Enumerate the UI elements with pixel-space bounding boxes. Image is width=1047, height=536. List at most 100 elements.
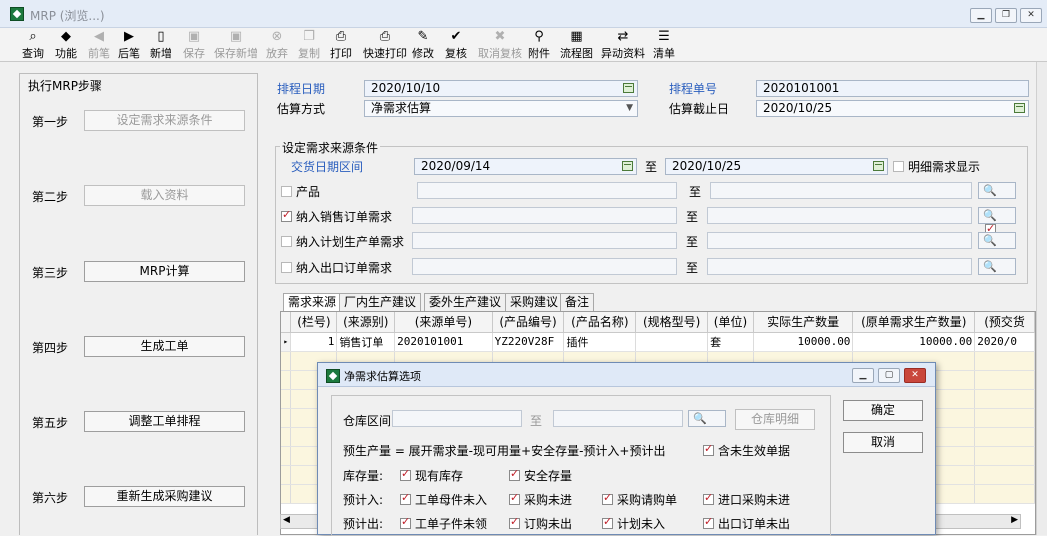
sales-order-to-field[interactable] (707, 207, 972, 224)
grid-cell[interactable]: 套 (707, 332, 754, 352)
estimate-end-field[interactable]: 2020/10/25 (756, 100, 1029, 117)
estimate-method-select[interactable]: 净需求估算 ▼ (364, 100, 638, 117)
toolbar-button-12[interactable]: ✔ 复核 (445, 28, 467, 62)
maximize-icon[interactable]: ▢ (878, 368, 900, 383)
delivery-to-field[interactable]: 2020/10/25 (665, 158, 888, 175)
grid-cell[interactable]: YZ220V28F (492, 332, 565, 352)
toolbar-button-0[interactable]: ⌕ 查询 (22, 28, 44, 62)
plan-order-from-field[interactable] (412, 232, 677, 249)
grid-cell[interactable]: 10000.00 (852, 332, 976, 352)
calendar-icon[interactable] (623, 83, 634, 93)
include-unapproved-checkbox[interactable]: 含未生效单据 (703, 442, 790, 459)
plan-order-to-field[interactable] (707, 232, 972, 249)
cancel-button[interactable]: 取消 (843, 432, 923, 453)
order-not-out-checkbox[interactable]: 订购未出 (509, 515, 572, 532)
warehouse-from-field[interactable] (392, 410, 522, 427)
grid-header-cell[interactable]: (单位) (707, 312, 754, 333)
toolbar-button-6[interactable]: ▣ 保存新增 (214, 28, 258, 62)
grid-header-cell[interactable]: (原单需求生产数量) (852, 312, 976, 333)
export-order-checkbox[interactable]: 纳入出口订单需求 (281, 259, 392, 276)
wo-parent-not-in-checkbox[interactable]: 工单母件未入 (400, 491, 487, 508)
regenerate-purchase-button[interactable]: 重新生成采购建议 (84, 486, 245, 507)
purchase-not-in-checkbox[interactable]: 采购未进 (509, 491, 572, 508)
export-order-from-field[interactable] (412, 258, 677, 275)
toolbar-button-14[interactable]: ⚲ 附件 (528, 28, 550, 62)
wo-child-not-issued-checkbox[interactable]: 工单子件未领 (400, 515, 487, 532)
toolbar-button-2[interactable]: ◀ 前笔 (88, 28, 110, 62)
sales-order-from-field[interactable] (412, 207, 677, 224)
grid-cell[interactable]: 1 (290, 332, 338, 352)
toolbar-button-11[interactable]: ✎ 修改 (412, 28, 434, 62)
toolbar-button-13[interactable]: ✖ 取消复核 (478, 28, 522, 62)
grid-header-cell[interactable]: (产品名称) (563, 312, 637, 333)
purchase-request-checkbox[interactable]: 采购请购单 (602, 491, 677, 508)
current-stock-checkbox[interactable]: 现有库存 (400, 467, 463, 484)
toolbar-button-7[interactable]: ⊗ 放弃 (266, 28, 288, 62)
export-order-to-field[interactable] (707, 258, 972, 275)
calendar-icon[interactable] (873, 161, 884, 171)
grid-header-cell[interactable]: (规格型号) (635, 312, 709, 333)
grid-cell[interactable]: 销售订单 (336, 332, 396, 352)
warehouse-detail-button[interactable]: 仓库明细 (735, 409, 815, 430)
toolbar-button-4[interactable]: ▯ 新增 (150, 28, 172, 62)
tab-remarks[interactable]: 备注 (560, 293, 595, 311)
export-order-not-out-checkbox[interactable]: 出口订单未出 (703, 515, 790, 532)
grid-header-cell[interactable]: (栏号) (290, 312, 338, 333)
product-checkbox[interactable]: 产品 (281, 183, 320, 200)
grid-cell[interactable]: 2020101001 (394, 332, 493, 352)
detail-demand-checkbox[interactable]: 明细需求显示 (893, 158, 980, 175)
grid-cell[interactable]: 10000.00 (753, 332, 854, 352)
calendar-icon[interactable] (622, 161, 633, 171)
toolbar-button-10[interactable]: ⎙ 快速打印 (363, 28, 407, 62)
toolbar-button-5[interactable]: ▣ 保存 (183, 28, 205, 62)
close-icon[interactable]: ✕ (904, 368, 926, 383)
plan-order-checkbox[interactable]: 纳入计划生产单需求 (281, 233, 404, 250)
import-purchase-checkbox[interactable]: 进口采购未进 (703, 491, 790, 508)
sales-order-checkbox[interactable]: 纳入销售订单需求 (281, 208, 392, 225)
toolbar-button-3[interactable]: ▶ 后笔 (118, 28, 140, 62)
grid-cell[interactable] (635, 332, 709, 352)
adjust-schedule-button[interactable]: 调整工单排程 (84, 411, 245, 432)
grid-header-cell[interactable]: (来源单号) (394, 312, 493, 333)
product-to-field[interactable] (710, 182, 972, 199)
toolbar-button-17[interactable]: ☰ 清单 (653, 28, 675, 62)
grid-header-cell[interactable]: (预交货 (974, 312, 1035, 333)
toolbar-button-8[interactable]: ❐ 复制 (298, 28, 320, 62)
grid-header-cell[interactable]: (来源别) (336, 312, 396, 333)
binoculars-icon[interactable]: 🔍 (978, 258, 1016, 275)
toolbar-button-9[interactable]: ⎙ 打印 (330, 28, 352, 62)
binoculars-icon[interactable]: 🔍 (978, 207, 1016, 236)
tab-purchase-suggestion[interactable]: 采购建议 (505, 293, 564, 311)
toolbar-button-1[interactable]: ◆ 功能 (55, 28, 77, 62)
ok-button[interactable]: 确定 (843, 400, 923, 421)
load-data-button[interactable]: 载入资料 (84, 185, 245, 206)
tab-demand-source[interactable]: 需求来源 (283, 293, 342, 312)
mrp-calc-button[interactable]: MRP计算 (84, 261, 245, 282)
tab-outsource-production[interactable]: 委外生产建议 (424, 293, 507, 311)
binoculars-icon[interactable]: 🔍 (978, 182, 1016, 199)
restore-icon[interactable]: ❐ (995, 8, 1017, 23)
minimize-icon[interactable]: ▁ (970, 8, 992, 23)
grid-header-cell[interactable]: 实际生产数量 (753, 312, 854, 333)
grid-cell[interactable]: 2020/0 (974, 332, 1035, 352)
grid-cell[interactable]: 插件 (563, 332, 637, 352)
warehouse-to-field[interactable] (553, 410, 683, 427)
binoculars-icon[interactable]: 🔍 (978, 232, 1016, 249)
vertical-scrollbar[interactable] (1036, 62, 1047, 535)
generate-work-order-button[interactable]: 生成工单 (84, 336, 245, 357)
toolbar-button-16[interactable]: ⇄ 异动资料 (601, 28, 645, 62)
minimize-icon[interactable]: ▁ (852, 368, 874, 383)
schedule-date-field[interactable]: 2020/10/10 (364, 80, 638, 97)
safety-stock-checkbox[interactable]: 安全存量 (509, 467, 572, 484)
calendar-icon[interactable] (1014, 103, 1025, 113)
scroll-left-icon[interactable]: ◀ (283, 515, 290, 525)
tab-in-house-production[interactable]: 厂内生产建议 (339, 293, 422, 311)
schedule-no-field[interactable]: 2020101001 (756, 80, 1029, 97)
binoculars-icon[interactable]: 🔍 (688, 410, 726, 427)
table-row[interactable]: ▸ 1 销售订单 2020101001 YZ220V28F 插件 套 10000… (281, 332, 1035, 352)
scroll-right-icon[interactable]: ▶ (1011, 515, 1018, 525)
close-icon[interactable]: ✕ (1020, 8, 1042, 23)
grid-header-cell[interactable]: (产品编号) (492, 312, 565, 333)
plan-not-in-checkbox[interactable]: 计划未入 (602, 515, 665, 532)
toolbar-button-15[interactable]: ▦ 流程图 (560, 28, 593, 62)
